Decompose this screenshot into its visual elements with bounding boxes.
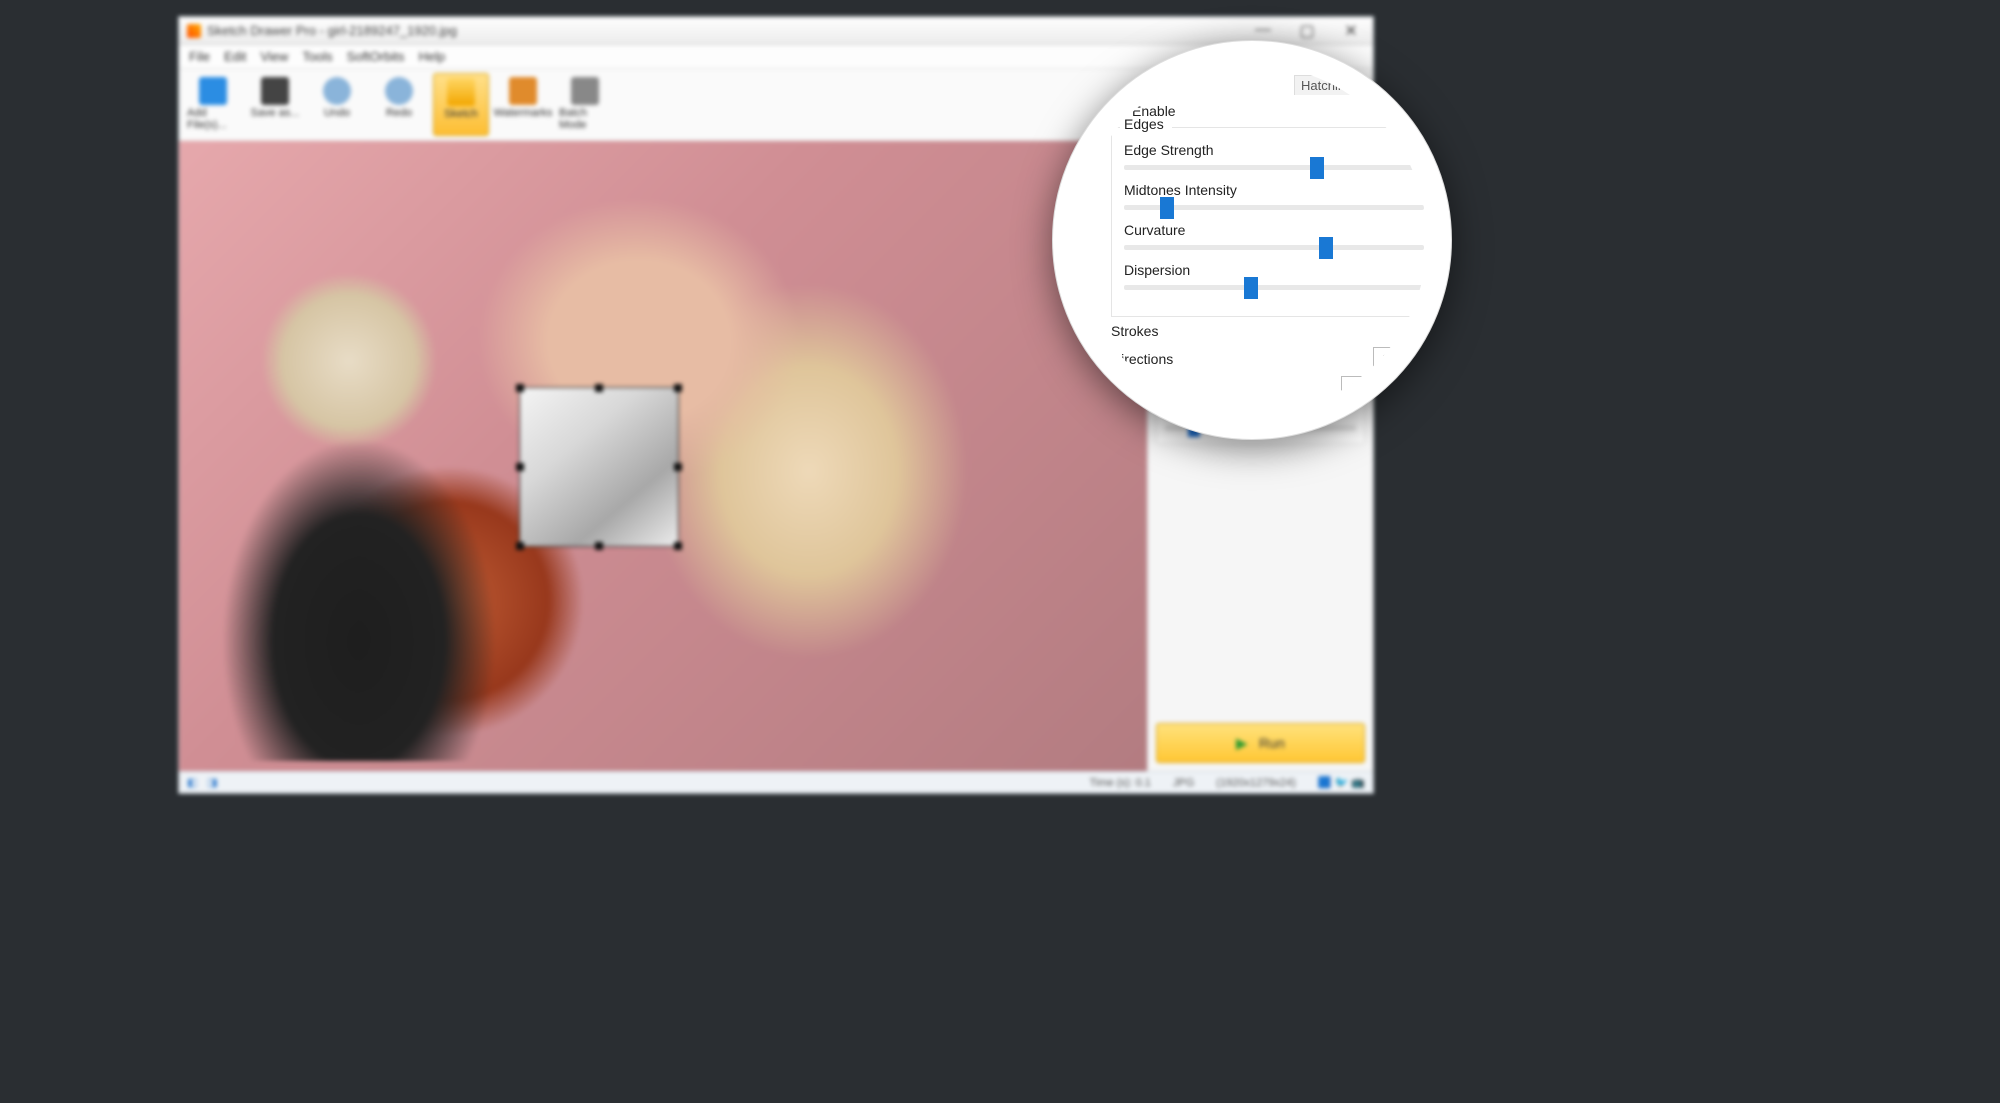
menu-view[interactable]: View xyxy=(260,49,288,64)
handle-bl[interactable] xyxy=(516,542,524,550)
zoom-strokes-title: Strokes xyxy=(1111,323,1427,339)
zoom-overlay: Hatching Colorize Enable Edges Edge Stre… xyxy=(1052,40,1452,440)
chevron-down-icon xyxy=(1420,385,1427,390)
statusbar: ◧ ◨ Time (s): 0.1 JPG (1920x1279x24) 🟦 🐦… xyxy=(179,771,1373,793)
selection-rect[interactable] xyxy=(519,387,679,547)
zoom-slider-midtones[interactable] xyxy=(1124,205,1424,210)
run-button[interactable]: ▶ Run xyxy=(1156,723,1365,763)
menu-softorbits[interactable]: SoftOrbits xyxy=(347,49,405,64)
window-title: Sketch Drawer Pro - girl-2189247_1920.jp… xyxy=(207,23,457,38)
zoom-row-dispersion: Dispersion xyxy=(1124,262,1424,290)
status-dims: (1920x1279x24) xyxy=(1216,777,1296,789)
handle-t[interactable] xyxy=(595,384,603,392)
handle-r[interactable] xyxy=(674,463,682,471)
tool-undo[interactable]: Undo xyxy=(309,73,365,136)
chevron-down-icon xyxy=(1420,356,1427,361)
status-social-icons[interactable]: 🟦 🐦 📺 xyxy=(1318,776,1365,789)
zoom-select-directions[interactable]: 1 xyxy=(1373,347,1427,370)
menu-edit[interactable]: Edit xyxy=(224,49,246,64)
tool-batchmode[interactable]: Batch Mode xyxy=(557,73,613,136)
tool-redo[interactable]: Redo xyxy=(371,73,427,136)
zoom-row-directions: Directions 1 xyxy=(1111,347,1427,370)
status-format: JPG xyxy=(1173,777,1194,789)
zoom-row-curvature: Curvature xyxy=(1124,222,1424,250)
titlebar: Sketch Drawer Pro - girl-2189247_1920.jp… xyxy=(179,17,1373,45)
canvas[interactable] xyxy=(179,141,1147,771)
handle-l[interactable] xyxy=(516,463,524,471)
play-icon: ▶ xyxy=(1236,735,1247,752)
zoom-group-edges: Edges Edge Strength Midtones Intensity C… xyxy=(1111,127,1427,317)
tool-addfiles[interactable]: Add File(s)... xyxy=(185,73,241,136)
tool-sketch[interactable]: Sketch xyxy=(433,73,489,136)
status-icon-1: ◧ xyxy=(187,776,197,789)
handle-tl[interactable] xyxy=(516,384,524,392)
tab-hatching[interactable]: Hatching xyxy=(1294,75,1359,95)
zoom-slider-curvature[interactable] xyxy=(1124,245,1424,250)
handle-tr[interactable] xyxy=(674,384,682,392)
menu-file[interactable]: File xyxy=(189,49,210,64)
status-time: Time (s): 0.1 xyxy=(1090,777,1151,789)
zoom-slider-edge-strength[interactable] xyxy=(1124,165,1424,170)
app-icon xyxy=(187,24,201,38)
tool-watermarks[interactable]: Watermarks xyxy=(495,73,551,136)
zoom-row-midtones: Midtones Intensity xyxy=(1124,182,1424,210)
handle-br[interactable] xyxy=(674,542,682,550)
close-button[interactable]: ✕ xyxy=(1337,21,1365,41)
menu-help[interactable]: Help xyxy=(418,49,445,64)
zoom-slider-dispersion[interactable] xyxy=(1124,285,1424,290)
zoom-select-type[interactable]: Curved xyxy=(1341,376,1427,399)
status-icon-2: ◨ xyxy=(207,776,217,789)
minimize-button[interactable]: — xyxy=(1249,21,1277,41)
tool-saveas[interactable]: Save as... xyxy=(247,73,303,136)
maximize-button[interactable]: ▢ xyxy=(1293,21,1321,41)
tab-colorize[interactable]: Colorize xyxy=(1363,75,1425,95)
zoom-row-edge-strength: Edge Strength xyxy=(1124,142,1424,170)
menu-tools[interactable]: Tools xyxy=(302,49,332,64)
handle-b[interactable] xyxy=(595,542,603,550)
zoom-row-type: Type Curved xyxy=(1111,376,1427,399)
